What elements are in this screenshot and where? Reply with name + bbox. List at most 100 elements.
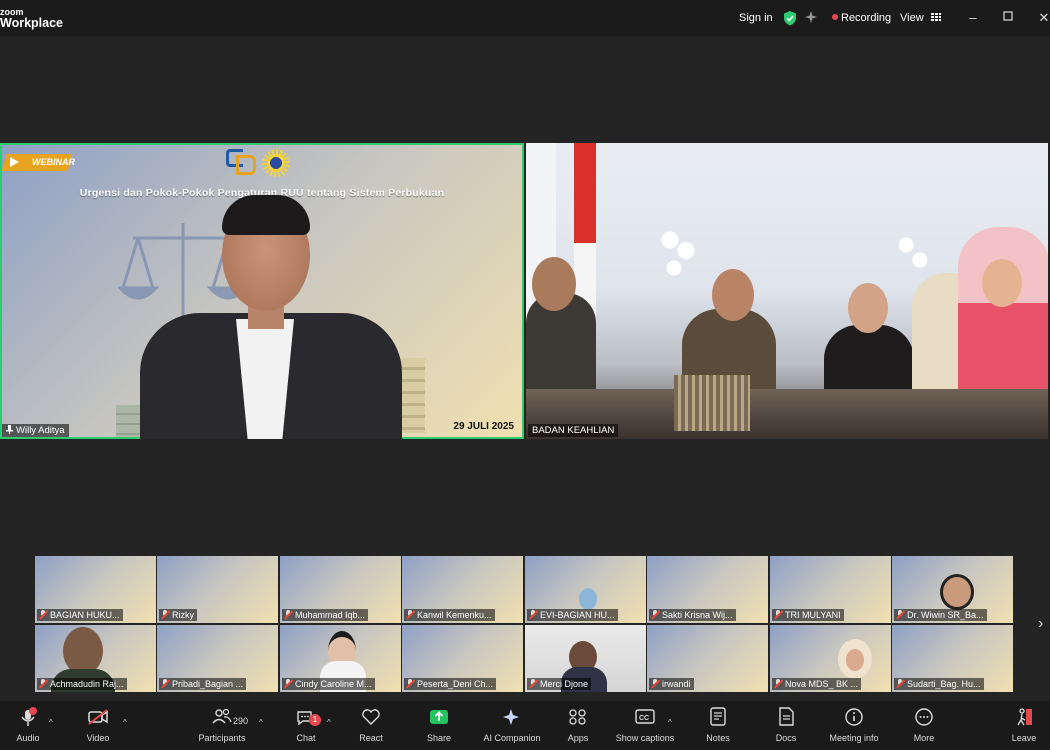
- participant-tile[interactable]: irwandi: [647, 625, 768, 692]
- participants-icon: [212, 708, 232, 724]
- close-icon[interactable]: ✕: [1034, 10, 1050, 26]
- participant-name: BAGIAN HUKU...: [50, 610, 120, 620]
- meeting-stage: WEBINAR Urgensi dan Pokok-Pokok Pengatur…: [0, 37, 1050, 701]
- participant-tile[interactable]: Cindy Caroline M...: [280, 625, 401, 692]
- more-button[interactable]: More: [904, 701, 944, 750]
- mic-muted-icon: [651, 679, 659, 688]
- participant-name-label: Rizky: [159, 609, 197, 621]
- participant-avatar: [63, 627, 103, 675]
- recording-dot-icon: [832, 14, 838, 20]
- participant-tile[interactable]: Achmadudin Raj...: [35, 625, 156, 692]
- participant-name-label: Sakti Krisna Wij...: [649, 609, 736, 621]
- speaker-name: Willy Aditya: [16, 425, 65, 436]
- leave-label: Leave: [1011, 733, 1037, 743]
- maximize-icon[interactable]: [998, 9, 1018, 25]
- chat-button[interactable]: Chat: [286, 701, 326, 750]
- participant-name-label: EVI-BAGIAN HU...: [527, 609, 618, 621]
- participant-tile[interactable]: Rizky: [157, 556, 278, 623]
- meeting-info-button[interactable]: Meeting info: [826, 701, 882, 750]
- participant-tile[interactable]: BAGIAN HUKU...: [35, 556, 156, 623]
- captions-options-caret-icon[interactable]: ^: [668, 718, 672, 727]
- participant-name-label: TRI MULYANI: [772, 609, 844, 621]
- leave-icon: [1017, 708, 1032, 726]
- institution-logo: [226, 149, 256, 177]
- audio-button[interactable]: Audio: [8, 701, 48, 750]
- speaker-video-tile[interactable]: WEBINAR Urgensi dan Pokok-Pokok Pengatur…: [0, 143, 524, 439]
- participant-tile[interactable]: EVI-BAGIAN HU...: [525, 556, 646, 623]
- sign-in-button[interactable]: Sign in: [739, 12, 773, 24]
- participant-name: TRI MULYANI: [785, 610, 841, 620]
- person-2-face: [712, 269, 754, 321]
- title-bar: zoom Workplace Sign in Recording View – …: [0, 0, 1050, 37]
- orchid-right: [896, 227, 930, 287]
- participants-options-caret-icon[interactable]: ^: [259, 718, 263, 727]
- mic-muted-icon: [284, 679, 292, 688]
- ai-sparkle-icon[interactable]: [804, 10, 819, 28]
- docs-button[interactable]: Docs: [766, 701, 806, 750]
- person-1-face: [532, 257, 576, 311]
- heart-icon: [362, 709, 380, 725]
- participant-name: Muhammad Iqb...: [295, 610, 366, 620]
- participant-name: Rizky: [172, 610, 194, 620]
- participant-tile[interactable]: Pribadi_Bagian ...: [157, 625, 278, 692]
- participants-count: 290: [233, 716, 249, 726]
- notes-icon: [710, 707, 726, 726]
- recording-indicator[interactable]: Recording: [832, 12, 891, 24]
- participant-name: Kanwil Kemenku...: [417, 610, 492, 620]
- svg-text:CC: CC: [639, 715, 649, 722]
- leave-button[interactable]: Leave: [1004, 701, 1044, 750]
- mic-muted-icon: [774, 679, 782, 688]
- participant-name: EVI-BAGIAN HU...: [540, 610, 615, 620]
- video-options-caret-icon[interactable]: ^: [123, 718, 127, 727]
- participant-tile[interactable]: Muhammad Iqb...: [280, 556, 401, 623]
- react-button[interactable]: React: [351, 701, 391, 750]
- chat-unread-badge: 1: [309, 714, 321, 726]
- participant-tile[interactable]: Merci Djone: [525, 625, 646, 692]
- notes-button[interactable]: Notes: [698, 701, 738, 750]
- ai-companion-button[interactable]: AI Companion: [478, 701, 546, 750]
- view-button[interactable]: View: [900, 12, 941, 24]
- chat-options-caret-icon[interactable]: ^: [327, 718, 331, 727]
- meeting-toolbar: Audio ^ Video ^ Participants 290 ^ Chat …: [0, 701, 1050, 750]
- participant-tile[interactable]: Peserta_Deni Ch...: [402, 625, 523, 692]
- shield-icon[interactable]: [783, 11, 797, 29]
- speaker-name-label: Willy Aditya: [2, 424, 69, 437]
- participant-tile[interactable]: Kanwil Kemenku...: [402, 556, 523, 623]
- participant-tile[interactable]: Nova MDS_ BK ...: [770, 625, 891, 692]
- participant-name-label: Achmadudin Raj...: [37, 678, 127, 690]
- participant-name: Dr. Wiwin SR_Ba...: [907, 610, 984, 620]
- video-button[interactable]: Video: [78, 701, 118, 750]
- chat-label: Chat: [296, 733, 316, 743]
- emblem-logo: [262, 149, 290, 177]
- notes-label: Notes: [706, 733, 730, 743]
- participant-tile[interactable]: Sudarti_Bag. Hu...: [892, 625, 1013, 692]
- share-button[interactable]: Share: [419, 701, 459, 750]
- table-decoration: [674, 375, 750, 431]
- more-icon: [915, 708, 933, 726]
- participant-name-label: Kanwil Kemenku...: [404, 609, 495, 621]
- participant-tile[interactable]: TRI MULYANI: [770, 556, 891, 623]
- participant-tile[interactable]: Dr. Wiwin SR_Ba...: [892, 556, 1013, 623]
- participant-name: Sakti Krisna Wij...: [662, 610, 733, 620]
- participant-name: irwandi: [662, 679, 691, 689]
- mic-muted-icon: [406, 679, 414, 688]
- apps-button[interactable]: Apps: [558, 701, 598, 750]
- mic-muted-icon: [896, 610, 904, 619]
- meeting-info-label: Meeting info: [829, 733, 879, 743]
- audio-options-caret-icon[interactable]: ^: [49, 718, 53, 727]
- recording-label: Recording: [841, 12, 892, 24]
- apps-icon: [569, 709, 586, 725]
- mic-muted-icon: [651, 610, 659, 619]
- room-video-tile[interactable]: BADAN KEAHLIAN: [526, 143, 1048, 439]
- participant-name-label: BAGIAN HUKU...: [37, 609, 123, 621]
- mic-muted-icon: [406, 610, 414, 619]
- participant-tile[interactable]: Sakti Krisna Wij...: [647, 556, 768, 623]
- minimize-icon[interactable]: –: [963, 10, 983, 26]
- participant-name: Sudarti_Bag. Hu...: [907, 679, 981, 689]
- next-page-chevron-icon[interactable]: ›: [1038, 615, 1043, 633]
- participant-avatar: [579, 588, 597, 610]
- participant-name-label: Nova MDS_ BK ...: [772, 678, 862, 690]
- participant-name: Cindy Caroline M...: [295, 679, 372, 689]
- mic-muted-icon: [39, 679, 47, 688]
- mic-muted-icon: [774, 610, 782, 619]
